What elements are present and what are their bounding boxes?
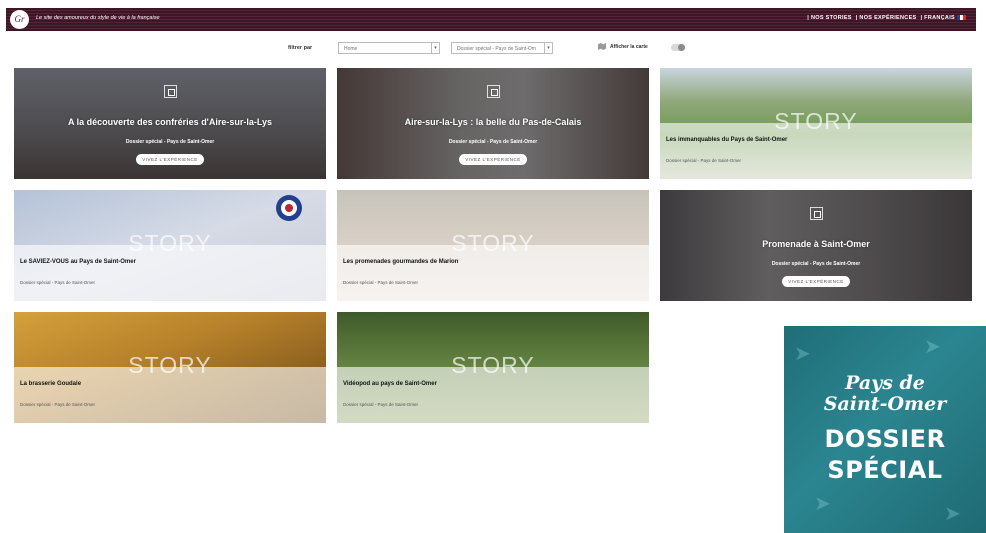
experience-card[interactable]: Aire-sur-la-Lys : la belle du Pas-de-Cal… bbox=[337, 68, 649, 179]
card-subtitle: Dossier spécial - Pays de Saint-Omer bbox=[666, 158, 742, 163]
promo-special: SPÉCIAL bbox=[827, 456, 943, 484]
story-card[interactable]: STORY Le SAVIEZ-VOUS au Pays de Saint-Om… bbox=[14, 190, 326, 301]
fish-icon: ➤ bbox=[794, 343, 811, 365]
fish-icon: ➤ bbox=[924, 336, 941, 358]
map-icon bbox=[598, 43, 606, 50]
experience-badge-icon bbox=[487, 85, 500, 98]
card-subtitle: Dossier spécial - Pays de Saint-Omer bbox=[343, 280, 419, 285]
card-subtitle: Dossier spécial - Pays de Saint-Omer bbox=[343, 402, 419, 407]
vivez-experience-button[interactable]: VIVEZ L'EXPÉRIENCE bbox=[459, 154, 527, 165]
dossier-select[interactable]: Dossier spécial - Pays de Saint-Om ▾ bbox=[451, 42, 553, 54]
category-select[interactable]: Home ▾ bbox=[338, 42, 440, 54]
map-toggle[interactable] bbox=[671, 44, 685, 51]
map-toggle-label: Afficher la carte bbox=[610, 44, 648, 50]
experience-badge-icon bbox=[810, 207, 823, 220]
card-title: Le SAVIEZ-VOUS au Pays de Saint-Omer bbox=[20, 259, 136, 265]
card-title: Les immanquables du Pays de Saint-Omer bbox=[666, 137, 788, 143]
story-watermark: STORY bbox=[451, 230, 535, 256]
nav-nos-stories[interactable]: | NOS STORIES bbox=[807, 15, 851, 21]
site-logo[interactable]: Gr bbox=[10, 10, 29, 29]
nav-nos-experiences[interactable]: | NOS EXPÉRIENCES bbox=[856, 15, 917, 21]
filter-label: filtrer par bbox=[288, 45, 313, 51]
card-subtitle: Dossier spécial - Pays de Saint-Omer bbox=[20, 280, 96, 285]
card-title: Promenade à Saint-Omer bbox=[762, 239, 870, 249]
card-subtitle: Dossier spécial - Pays de Saint-Omer bbox=[125, 139, 215, 145]
top-nav: | NOS STORIES | NOS EXPÉRIENCES | FRANÇA… bbox=[807, 15, 966, 21]
site-tagline: Le site des amoureux du style de vie à l… bbox=[36, 15, 160, 21]
vivez-experience-button[interactable]: VIVEZ L'EXPÉRIENCE bbox=[136, 154, 204, 165]
fish-icon: ➤ bbox=[814, 493, 831, 515]
vivez-experience-button[interactable]: VIVEZ L'EXPÉRIENCE bbox=[782, 276, 850, 287]
story-card[interactable]: STORY Vidéopod au pays de Saint-Omer Dos… bbox=[337, 312, 649, 423]
story-card[interactable]: STORY La brasserie Goudale Dossier spéci… bbox=[14, 312, 326, 423]
top-bar: Gr Le site des amoureux du style de vie … bbox=[6, 8, 976, 31]
card-title: Aire-sur-la-Lys : la belle du Pas-de-Cal… bbox=[404, 117, 582, 127]
story-watermark: STORY bbox=[774, 108, 858, 134]
card-title: Les promenades gourmandes de Marion bbox=[343, 259, 459, 265]
fish-icon: ➤ bbox=[944, 503, 961, 525]
card-title: La brasserie Goudale bbox=[20, 381, 82, 387]
promo-region: Pays de Saint-Omer bbox=[823, 372, 947, 415]
story-card[interactable]: STORY Les promenades gourmandes de Mario… bbox=[337, 190, 649, 301]
card-title: A la découverte des confréries d'Aire-su… bbox=[67, 117, 273, 127]
filter-bar: filtrer par Home ▾ Dossier spécial - Pays… bbox=[0, 42, 986, 56]
french-flag-icon bbox=[957, 15, 966, 21]
experience-card[interactable]: Promenade à Saint-Omer Dossier spécial -… bbox=[660, 190, 972, 301]
roundel-icon bbox=[276, 195, 302, 221]
promo-dossier: DOSSIER bbox=[824, 425, 946, 453]
story-watermark: STORY bbox=[128, 352, 212, 378]
dossier-special-banner[interactable]: ➤ ➤ ➤ ➤ Pays de Saint-Omer DOSSIER SPÉCIA… bbox=[784, 326, 986, 533]
chevron-down-icon: ▾ bbox=[544, 43, 552, 53]
story-watermark: STORY bbox=[128, 230, 212, 256]
chevron-down-icon: ▾ bbox=[431, 43, 439, 53]
card-subtitle: Dossier spécial - Pays de Saint-Omer bbox=[771, 261, 861, 267]
card-title: Vidéopod au pays de Saint-Omer bbox=[343, 381, 437, 387]
card-subtitle: Dossier spécial - Pays de Saint-Omer bbox=[20, 402, 96, 407]
card-subtitle: Dossier spécial - Pays de Saint-Omer bbox=[448, 139, 538, 145]
story-watermark: STORY bbox=[451, 352, 535, 378]
experience-badge-icon bbox=[164, 85, 177, 98]
story-card[interactable]: STORY Les immanquables du Pays de Saint-… bbox=[660, 68, 972, 179]
nav-language[interactable]: | FRANÇAIS bbox=[921, 15, 966, 21]
experience-card[interactable]: A la découverte des confréries d'Aire-su… bbox=[14, 68, 326, 179]
